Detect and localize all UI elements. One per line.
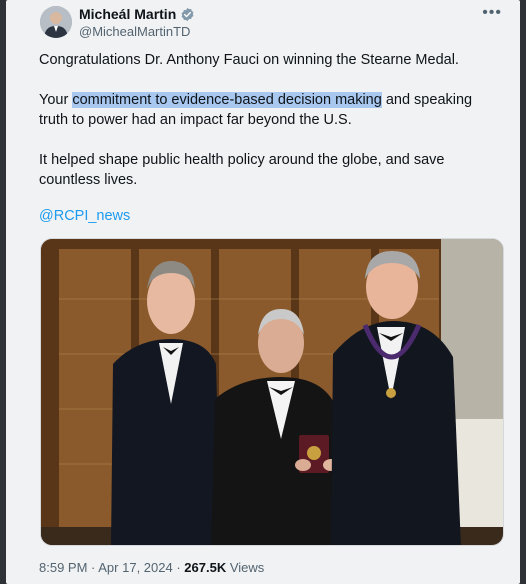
tweet-text-paragraph-3: It helped shape public health policy aro… xyxy=(39,152,445,188)
verified-badge-icon xyxy=(181,7,194,21)
mention-link[interactable]: @RCPI_news xyxy=(39,208,130,224)
author-name[interactable]: Micheál Martin xyxy=(79,6,176,22)
author-name-row[interactable]: Micheál Martin xyxy=(79,6,195,22)
more-options-button[interactable]: ••• xyxy=(482,4,502,22)
author-avatar[interactable] xyxy=(40,6,72,38)
tweet-metadata: 8:59 PM · Apr 17, 2024 · 267.5K Views xyxy=(39,560,264,575)
tweet-photo[interactable] xyxy=(40,238,504,546)
views-count: 267.5K xyxy=(184,560,227,575)
tweet-text-before: Your xyxy=(39,92,73,108)
meta-separator: · xyxy=(172,560,185,575)
tweet-time[interactable]: 8:59 PM xyxy=(39,560,87,575)
views-label: Views xyxy=(226,560,265,575)
author-handle[interactable]: @MichealMartinTD xyxy=(79,24,190,39)
selected-text-highlight: commitment to evidence-based decision ma… xyxy=(72,92,382,108)
tweet-text-paragraph-2: Your commitment to evidence-based decisi… xyxy=(39,90,489,130)
tweet-date[interactable]: Apr 17, 2024 xyxy=(98,560,172,575)
meta-separator: · xyxy=(87,560,99,575)
tweet-card: Micheál Martin @MichealMartinTD ••• Cong… xyxy=(6,0,520,584)
tweet-text-line-1: Congratulations Dr. Anthony Fauci on win… xyxy=(39,52,459,68)
